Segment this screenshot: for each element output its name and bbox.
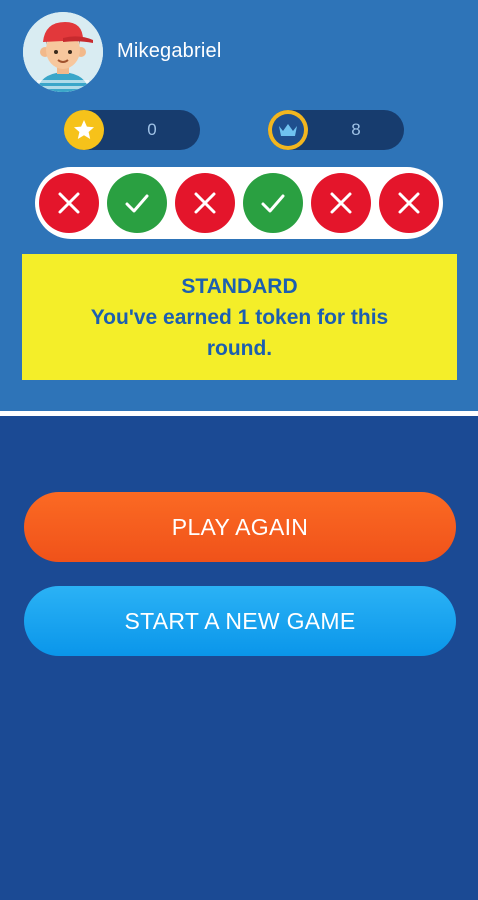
result-wrong — [175, 173, 235, 233]
avatar-boy-icon — [23, 12, 103, 92]
start-new-game-button[interactable]: START A NEW GAME — [24, 586, 456, 656]
check-icon — [261, 194, 285, 213]
cross-icon — [398, 192, 420, 214]
crowns-count: 8 — [351, 120, 361, 139]
result-correct — [243, 173, 303, 233]
round-result-banner: STANDARD You've earned 1 token for this … — [22, 254, 457, 380]
cross-icon — [194, 192, 216, 214]
avatar[interactable] — [23, 12, 103, 92]
result-wrong — [39, 173, 99, 233]
banner-message-line1: You've earned 1 token for this — [90, 305, 389, 329]
actions-panel — [0, 416, 478, 900]
crown-icon — [268, 110, 308, 150]
result-wrong — [311, 173, 371, 233]
cross-icon — [330, 192, 352, 214]
cross-icon — [58, 192, 80, 214]
banner-title: STANDARD — [181, 274, 298, 298]
results-panel: Mikegabriel 0 8 STANDARD You've earned 1… — [0, 0, 478, 412]
username: Mikegabriel — [117, 40, 222, 62]
stars-counter: 0 — [64, 110, 200, 150]
banner-message-line2: round. — [206, 336, 273, 360]
stars-count: 0 — [147, 120, 157, 139]
answer-results-row — [35, 167, 443, 239]
star-icon — [64, 110, 104, 150]
crowns-counter: 8 — [268, 110, 404, 150]
play-again-button[interactable]: PLAY AGAIN — [24, 492, 456, 562]
result-correct — [107, 173, 167, 233]
result-wrong — [379, 173, 439, 233]
check-icon — [125, 194, 149, 213]
